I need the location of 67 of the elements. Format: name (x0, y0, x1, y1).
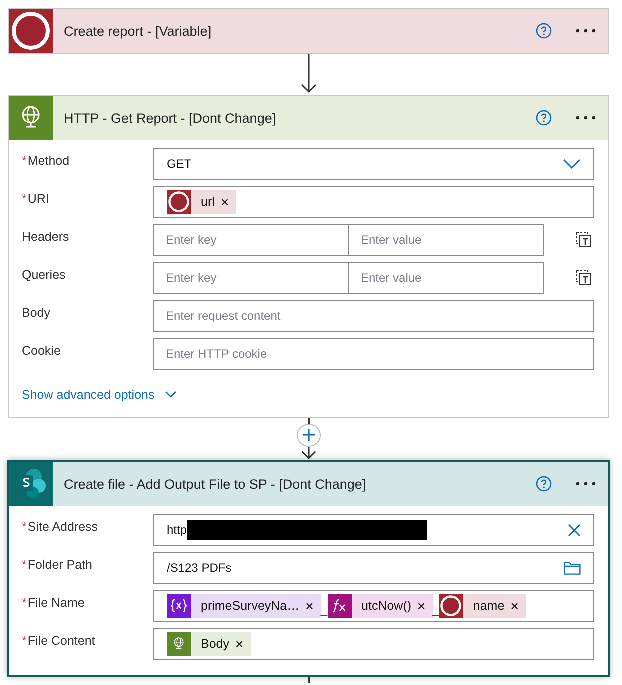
method-dropdown[interactable]: GET (153, 148, 594, 180)
dynamic-content-token[interactable]: Body × (167, 632, 251, 656)
card-title: HTTP - Get Report - [Dont Change] (64, 110, 278, 126)
text-input-field[interactable]: Enter HTTP cookie (153, 338, 594, 370)
connector-arrow (300, 54, 316, 94)
field-label: URI (28, 192, 50, 206)
key-input-field[interactable]: Enter key (153, 224, 349, 256)
globe-icon (167, 632, 191, 656)
more-options-icon[interactable] (576, 29, 596, 33)
survey-logo-icon (167, 190, 191, 214)
required-mark: * (22, 520, 27, 534)
card-header[interactable]: HTTP - Get Report - [Dont Change] (9, 96, 608, 140)
field-label: File Name (28, 596, 85, 610)
required-mark: * (22, 596, 27, 610)
required-mark: * (22, 558, 27, 572)
connector-arrow (300, 446, 316, 460)
value-input-field[interactable]: Enter value (348, 224, 544, 256)
text-mode-icon[interactable] (576, 232, 592, 248)
required-mark: * (22, 154, 27, 168)
remove-token-button[interactable]: × (510, 598, 519, 614)
folder-path-field[interactable]: /S123 PDFs (153, 552, 594, 584)
value-input-field[interactable]: Enter value (348, 262, 544, 294)
text-input-field[interactable]: Enter request content (153, 300, 594, 332)
clear-icon[interactable] (568, 524, 581, 536)
field-label: Cookie (22, 344, 61, 358)
key-input-field[interactable]: Enter key (153, 262, 349, 294)
literal-text: _ (320, 603, 328, 619)
remove-token-button[interactable]: × (306, 598, 314, 614)
variable-icon (167, 594, 191, 618)
field-label: Site Address (28, 520, 98, 534)
more-options-icon[interactable] (576, 116, 596, 120)
add-step-button[interactable] (296, 424, 320, 447)
dynamic-content-token[interactable]: primeSurveyNa… × (167, 594, 321, 618)
text-mode-icon[interactable] (576, 270, 592, 286)
remove-token-button[interactable]: × (220, 194, 230, 210)
dynamic-content-token[interactable]: url × (167, 190, 236, 214)
card-header[interactable]: Create file - Add Output File to SP - [Dont Change] (9, 462, 608, 506)
card-title: Create report - [Variable] (64, 24, 213, 38)
chevron-down-icon (164, 391, 177, 399)
plus-icon (302, 429, 314, 442)
remove-token-button[interactable]: × (418, 598, 426, 614)
token-input-field[interactable]: Body × (153, 628, 594, 660)
token-input-field[interactable]: url × (153, 186, 594, 218)
required-mark: * (22, 634, 27, 648)
field-label: Folder Path (28, 558, 92, 572)
connector-line (308, 418, 310, 424)
card-title: Create file - Add Output File to SP - [Dont Change] (64, 476, 368, 492)
show-advanced-options-link[interactable]: Show advanced options (22, 388, 177, 402)
help-icon[interactable] (536, 476, 552, 492)
more-options-icon[interactable] (576, 482, 596, 486)
help-icon[interactable] (536, 110, 552, 126)
function-icon (328, 594, 352, 618)
field-label: Body (22, 306, 50, 320)
field-label: File Content (28, 634, 96, 648)
survey-logo-icon (439, 594, 464, 618)
required-mark: * (22, 192, 27, 206)
dynamic-content-token[interactable]: utcNow() × (328, 594, 433, 618)
remove-token-button[interactable]: × (236, 636, 244, 652)
field-label: Queries (22, 268, 66, 282)
dynamic-content-token[interactable]: name × (439, 594, 526, 618)
help-icon[interactable] (536, 23, 552, 39)
field-label: Headers (22, 230, 70, 244)
folder-icon[interactable] (564, 562, 581, 574)
site-address-field[interactable]: http (153, 514, 594, 546)
field-label: Method (28, 154, 70, 168)
chevron-down-icon (563, 159, 581, 169)
card-header[interactable]: Create report - [Variable] (9, 9, 608, 53)
